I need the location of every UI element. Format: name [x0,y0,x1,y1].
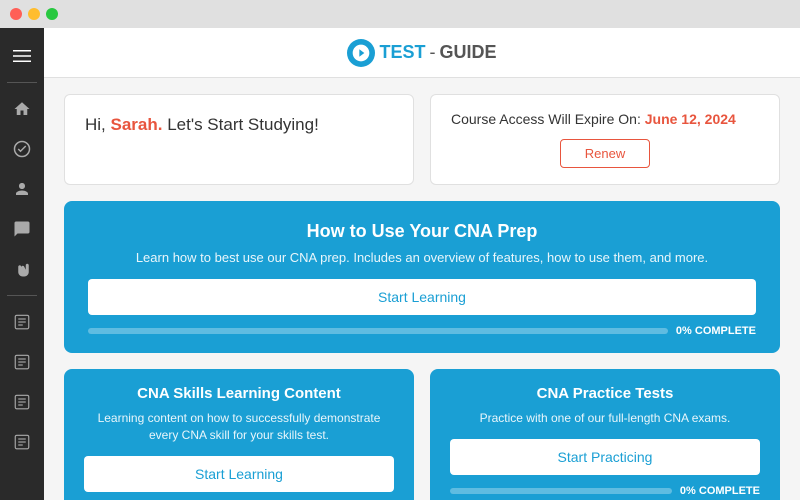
skills-card: CNA Skills Learning Content Learning con… [64,369,414,500]
skills-card-description: Learning content on how to successfully … [84,410,394,444]
how-to-use-title: How to Use Your CNA Prep [88,221,756,242]
welcome-greeting: Hi, [85,115,111,134]
start-learning-button[interactable]: Start Learning [88,279,756,315]
sidebar-user-icon[interactable] [4,171,40,207]
practice-progress-track [450,488,672,494]
main-content-area: TEST - GUIDE Hi, Sarah. Let's Start Stud… [44,28,800,500]
progress-track [88,328,668,334]
logo-icon [347,39,375,67]
close-dot[interactable] [10,8,22,20]
sidebar-list2-icon[interactable] [4,344,40,380]
main-content: Hi, Sarah. Let's Start Studying! Course … [44,78,800,500]
sidebar-menu-icon[interactable] [4,38,40,74]
welcome-card: Hi, Sarah. Let's Start Studying! [64,94,414,185]
expiry-text: Course Access Will Expire On: June 12, 2… [451,111,759,127]
top-nav: TEST - GUIDE [44,28,800,78]
expiry-date: June 12, 2024 [645,111,736,127]
minimize-dot[interactable] [28,8,40,20]
sidebar-divider-1 [7,82,37,83]
bottom-cards-row: CNA Skills Learning Content Learning con… [64,369,780,500]
renew-button[interactable]: Renew [560,139,650,168]
start-practicing-button[interactable]: Start Practicing [450,439,760,475]
sidebar-hand-icon[interactable] [4,251,40,287]
practice-card: CNA Practice Tests Practice with one of … [430,369,780,500]
top-cards-row: Hi, Sarah. Let's Start Studying! Course … [64,94,780,185]
maximize-dot[interactable] [46,8,58,20]
start-learning-skills-button[interactable]: Start Learning [84,456,394,492]
sidebar-check-icon[interactable] [4,131,40,167]
sidebar-list3-icon[interactable] [4,384,40,420]
progress-label: 0% COMPLETE [676,325,756,337]
practice-card-description: Practice with one of our full-length CNA… [450,410,760,427]
how-to-use-description: Learn how to best use our CNA prep. Incl… [88,250,756,265]
sidebar-chat-icon[interactable] [4,211,40,247]
skills-card-title: CNA Skills Learning Content [84,385,394,402]
sidebar-list1-icon[interactable] [4,304,40,340]
logo-dash: - [430,42,436,63]
sidebar-list4-icon[interactable] [4,424,40,460]
expiry-label: Course Access Will Expire On: [451,111,645,127]
logo-guide: GUIDE [440,42,497,63]
how-to-use-progress-row: 0% COMPLETE [88,325,756,337]
app-container: TEST - GUIDE Hi, Sarah. Let's Start Stud… [0,28,800,500]
welcome-message: Let's Start Studying! [162,115,318,134]
logo-test: TEST [379,42,425,63]
expiry-card: Course Access Will Expire On: June 12, 2… [430,94,780,185]
practice-card-title: CNA Practice Tests [450,385,760,402]
practice-progress-label: 0% COMPLETE [680,485,760,497]
how-to-use-section: How to Use Your CNA Prep Learn how to be… [64,201,780,353]
sidebar-divider-2 [7,295,37,296]
welcome-name: Sarah. [111,115,163,134]
sidebar [0,28,44,500]
title-bar [0,0,800,28]
practice-progress-row: 0% COMPLETE [450,485,760,497]
logo: TEST - GUIDE [347,39,496,67]
sidebar-home-icon[interactable] [4,91,40,127]
